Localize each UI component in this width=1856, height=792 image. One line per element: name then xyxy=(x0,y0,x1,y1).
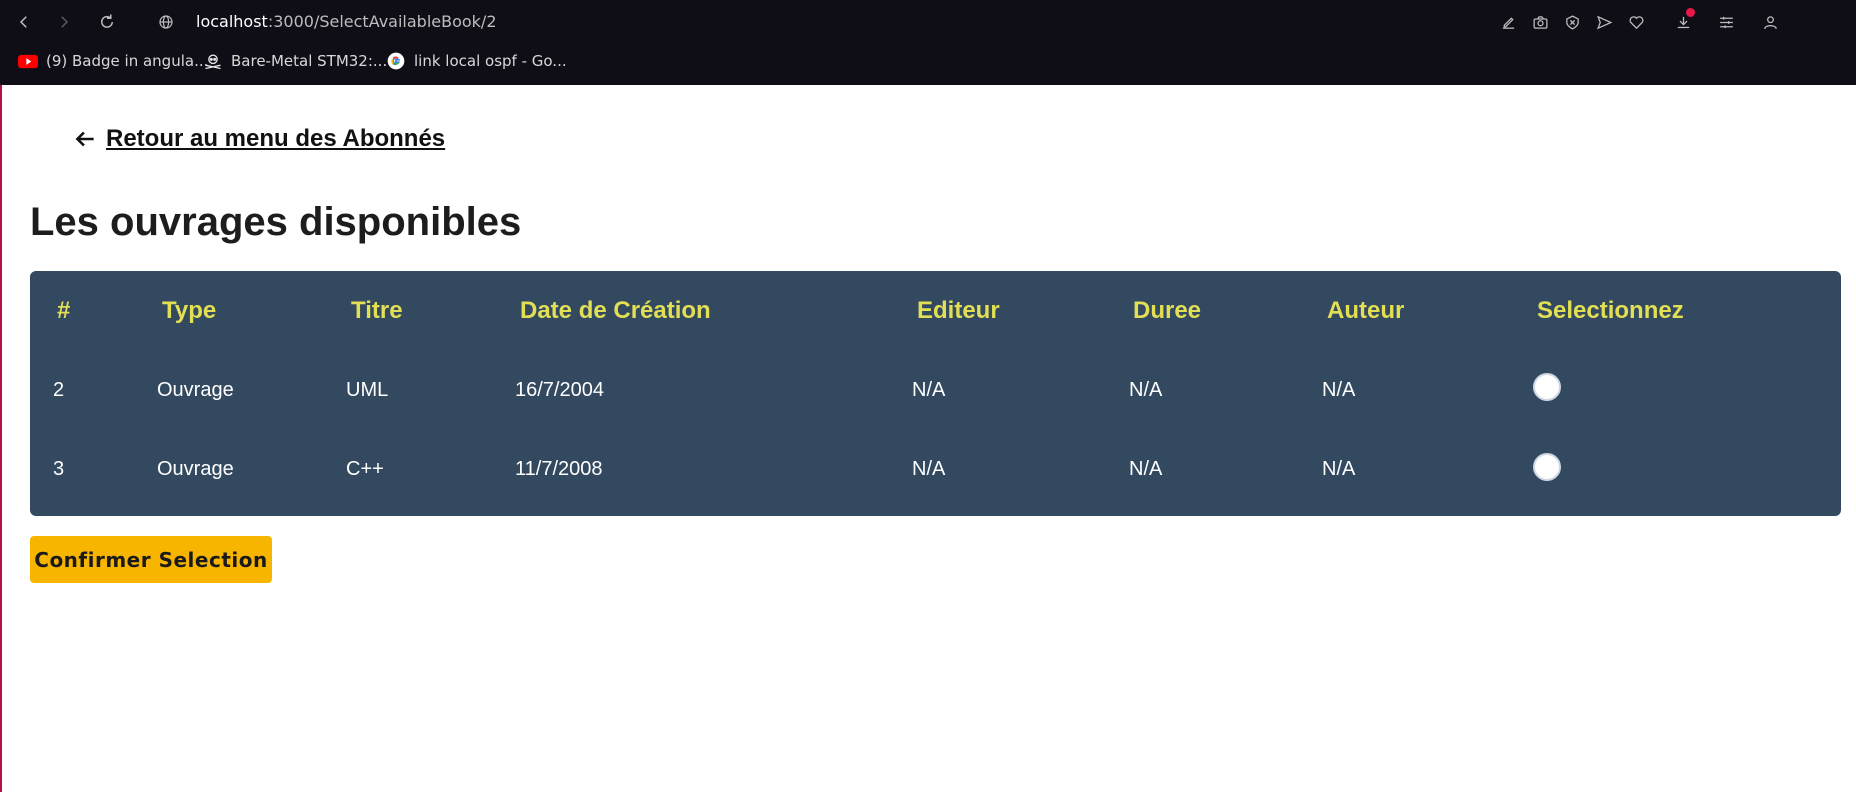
adblock-icon[interactable] xyxy=(1560,10,1584,34)
cell-titre: C++ xyxy=(346,458,384,480)
header-id: # xyxy=(57,297,71,324)
books-table: # Type Titre Date de Création Editeur Du… xyxy=(30,271,1841,516)
toolbar-icons xyxy=(1496,8,1856,34)
header-selection: Selectionnez xyxy=(1537,297,1684,324)
cell-auteur: N/A xyxy=(1322,458,1356,480)
edit-page-icon[interactable] xyxy=(1496,10,1520,34)
bookmark-item[interactable]: Bare-Metal STM32:... xyxy=(203,52,387,70)
bookmark-item[interactable]: (9) Badge in angula... xyxy=(18,52,208,70)
arrow-left-icon xyxy=(75,131,94,147)
back-nav-icon[interactable] xyxy=(12,10,36,34)
cell-date: 11/7/2008 xyxy=(515,458,603,480)
select-radio[interactable] xyxy=(1533,453,1561,481)
profile-icon[interactable] xyxy=(1758,10,1782,34)
select-radio[interactable] xyxy=(1533,373,1561,401)
cell-duree: N/A xyxy=(1129,458,1163,480)
url-host: localhost xyxy=(196,12,268,31)
bookmark-label: Bare-Metal STM32:... xyxy=(231,52,388,70)
cell-editeur: N/A xyxy=(912,379,946,401)
header-duree: Duree xyxy=(1133,297,1202,324)
address-bar[interactable]: localhost:3000/SelectAvailableBook/2 xyxy=(196,12,497,31)
heart-icon[interactable] xyxy=(1624,10,1648,34)
browser-toolbar: localhost:3000/SelectAvailableBook/2 xyxy=(0,0,1856,44)
header-type: Type xyxy=(162,297,217,324)
header-titre: Titre xyxy=(351,297,403,324)
back-link-label: Retour au menu des Abonnés xyxy=(106,125,446,152)
header-date: Date de Création xyxy=(520,297,711,324)
cell-type: Ouvrage xyxy=(157,458,234,480)
cell-duree: N/A xyxy=(1129,379,1163,401)
page-title: Les ouvrages disponibles xyxy=(30,200,522,244)
skull-crossbones-icon xyxy=(203,52,223,70)
header-auteur: Auteur xyxy=(1327,297,1405,324)
cell-auteur: N/A xyxy=(1322,379,1356,401)
cell-date: 16/7/2004 xyxy=(515,379,604,401)
youtube-icon xyxy=(18,52,38,70)
bookmark-label: (9) Badge in angula... xyxy=(46,52,209,70)
bookmark-item[interactable]: link local ospf - Go... xyxy=(386,52,567,70)
cell-editeur: N/A xyxy=(912,458,946,480)
cell-id: 3 xyxy=(53,458,65,480)
bookmarks-bar: (9) Badge in angula... Bare-Metal STM32:… xyxy=(0,48,1856,76)
back-to-menu-link[interactable]: Retour au menu des Abonnés xyxy=(72,125,445,153)
cell-id: 2 xyxy=(53,379,65,401)
settings-sliders-icon[interactable] xyxy=(1714,10,1738,34)
confirm-selection-button[interactable]: Confirmer Selection xyxy=(30,536,272,583)
camera-icon[interactable] xyxy=(1528,10,1552,34)
download-icon[interactable] xyxy=(1671,8,1695,34)
reload-icon[interactable] xyxy=(95,10,119,34)
forward-nav-icon[interactable] xyxy=(52,10,76,34)
page-content: Retour au menu des Abonnés Les ouvrages … xyxy=(0,85,1856,792)
cell-type: Ouvrage xyxy=(157,379,234,401)
url-path: :3000/SelectAvailableBook/2 xyxy=(267,12,497,31)
notification-dot xyxy=(1686,8,1695,17)
google-icon xyxy=(386,52,406,70)
header-editeur: Editeur xyxy=(917,297,1000,324)
browser-chrome: localhost:3000/SelectAvailableBook/2 (9)… xyxy=(0,0,1856,85)
site-info-icon[interactable] xyxy=(154,10,178,34)
cell-titre: UML xyxy=(346,379,389,401)
bookmark-label: link local ospf - Go... xyxy=(414,52,567,70)
send-icon[interactable] xyxy=(1592,10,1616,34)
